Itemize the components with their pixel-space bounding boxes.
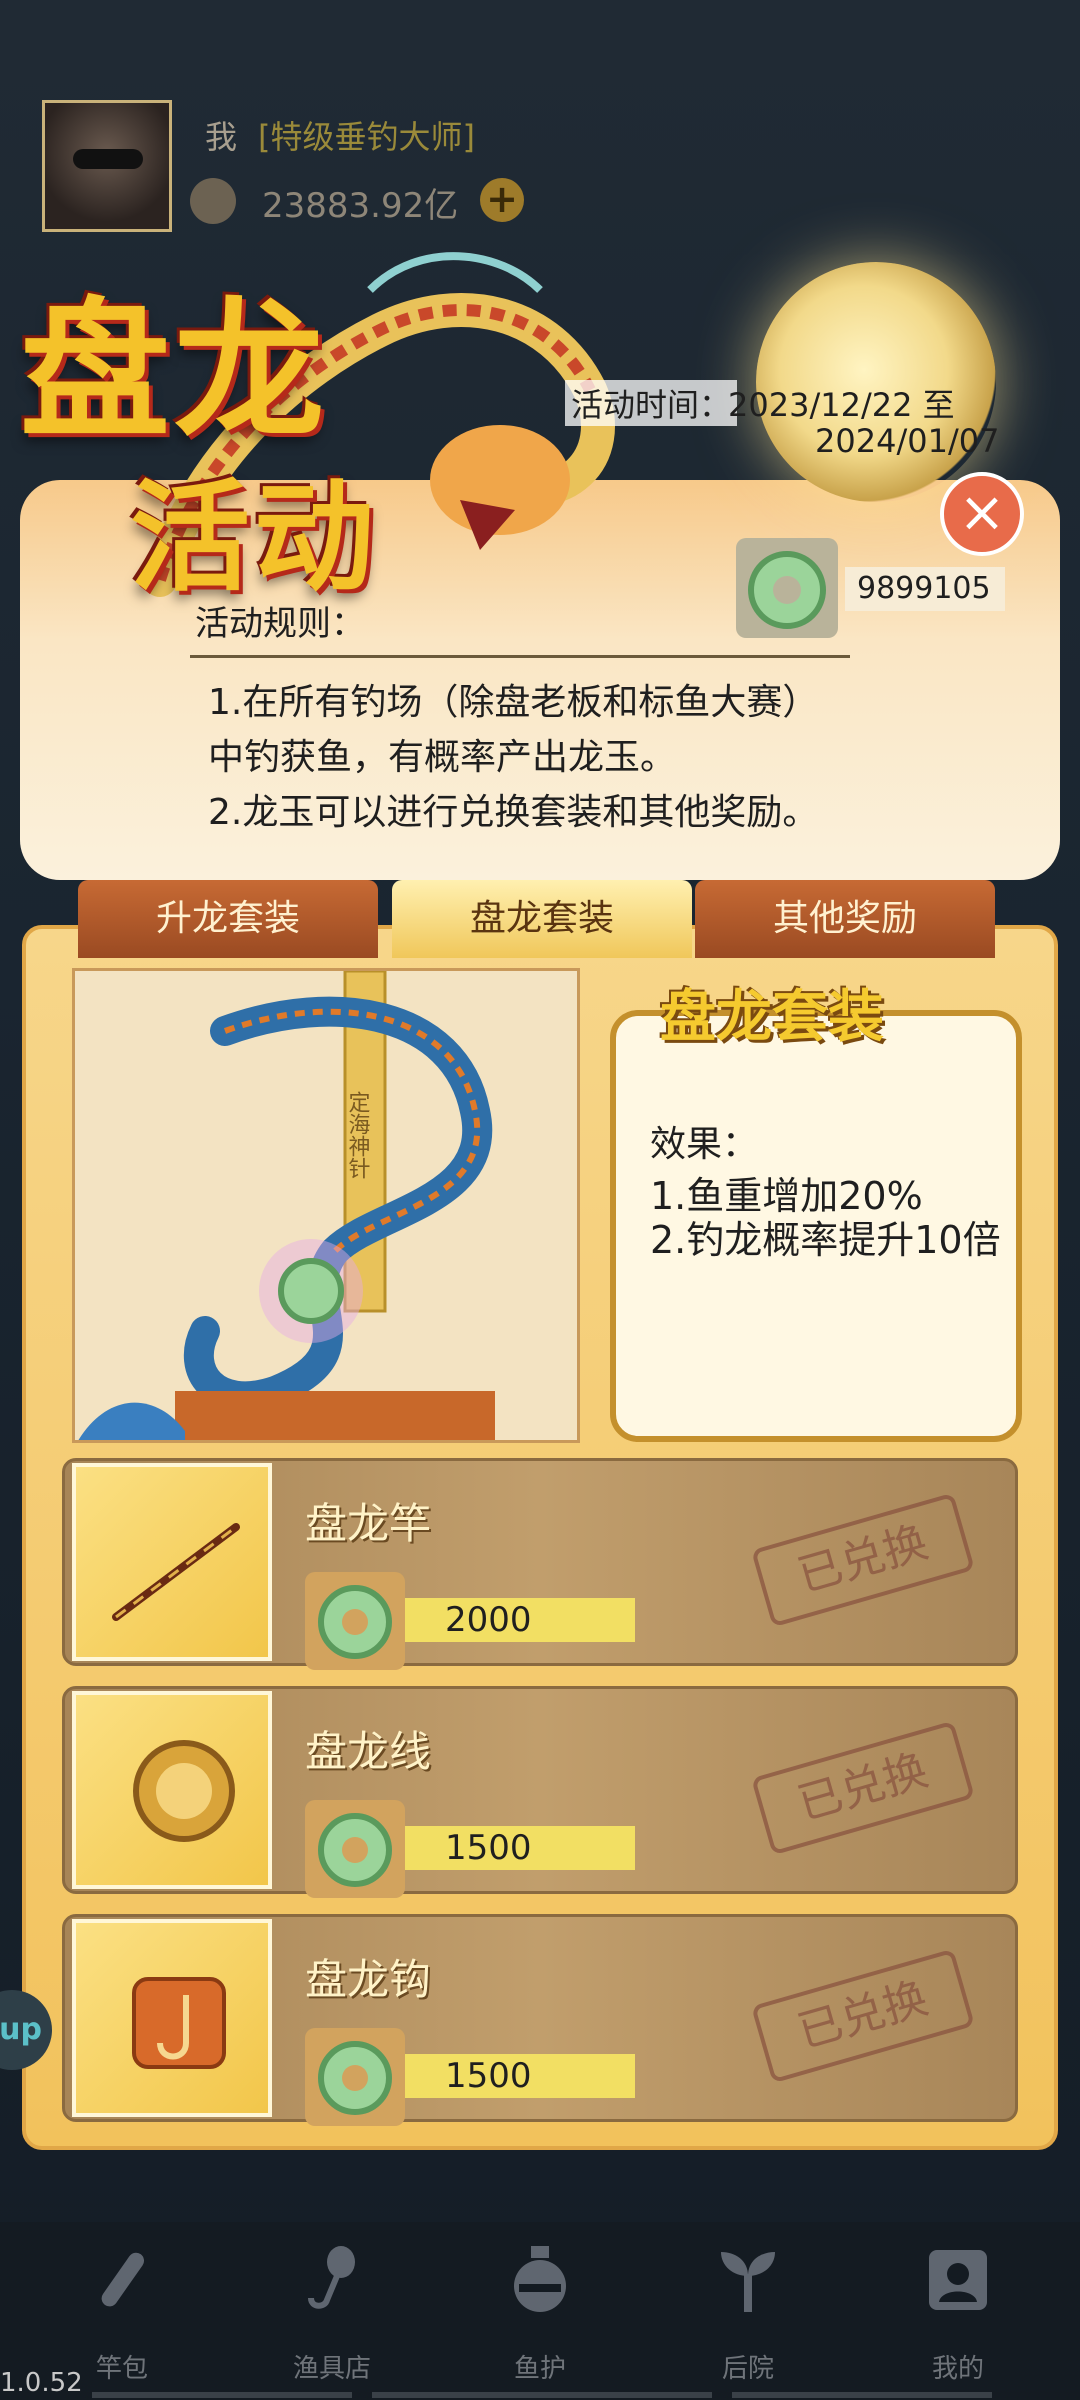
rod-bag-icon: [101, 2252, 145, 2307]
profile-icon: [929, 2250, 987, 2310]
nav-label-backyard: 后院: [721, 2354, 774, 2384]
nav-divider: [92, 2392, 352, 2398]
player-name: 我: [205, 118, 238, 156]
item-price: 1500: [385, 2054, 635, 2098]
event-time-end: 2024/01/07: [815, 422, 1000, 460]
event-time-label: 活动时间：: [565, 380, 738, 426]
rule-line-2: 中钓获鱼，有概率产出龙玉。: [208, 737, 677, 778]
backyard-icon: [721, 2252, 775, 2312]
effect-line-1: 1.鱼重增加20%: [650, 1174, 923, 1218]
nav-label-profile: 我的: [931, 2354, 984, 2384]
close-button[interactable]: ×: [940, 472, 1024, 556]
tab-shenglong-set[interactable]: 升龙套装: [78, 880, 378, 958]
coin-balance: 23883.92亿: [262, 186, 459, 226]
rule-line-1: 1.在所有钓场（除盘老板和标鱼大赛）: [208, 682, 819, 723]
item-name: 盘龙线: [305, 1727, 432, 1776]
item-name: 盘龙竿: [305, 1499, 432, 1548]
dragon-jade-icon: [305, 1800, 405, 1898]
event-title-line1: 盘龙: [20, 283, 329, 459]
player-title: [特级垂钓大师]: [258, 118, 475, 156]
nav-label-fish-keeper: 鱼护: [513, 2354, 566, 2384]
item-price: 2000: [385, 1598, 635, 1642]
effect-line-2: 2.钓龙概率提升10倍: [650, 1218, 1001, 1262]
effect-title: 效果：: [650, 1124, 759, 1165]
add-coin-button[interactable]: +: [480, 178, 524, 222]
dragon-jade-count: 9899105: [845, 567, 1005, 611]
event-time-start: 2023/12/22 至: [728, 386, 955, 424]
nav-divider: [372, 2392, 712, 2398]
player-avatar[interactable]: [42, 100, 172, 232]
tab-other-rewards[interactable]: 其他奖励: [695, 880, 995, 958]
event-title-line2: 活动: [130, 467, 378, 608]
nav-rod-bag[interactable]: [52, 2244, 192, 2314]
set-title: 盘龙套装: [660, 984, 884, 1050]
rules-divider: [190, 655, 850, 658]
coin-icon: [190, 178, 236, 224]
fish-keeper-icon: [514, 2246, 566, 2312]
fishing-line-icon: [72, 1691, 272, 1889]
item-name: 盘龙钩: [305, 1955, 432, 2004]
fishing-rod-icon: [72, 1463, 272, 1661]
tackle-shop-icon: [308, 2246, 355, 2309]
rules-title: 活动规则：: [195, 604, 365, 644]
close-icon: ×: [958, 480, 1006, 545]
rule-line-3: 2.龙玉可以进行兑换套装和其他奖励。: [208, 792, 819, 833]
nav-backyard[interactable]: [678, 2244, 818, 2314]
nav-divider: [732, 2392, 992, 2398]
pillar-caption: 定海神针: [345, 1091, 371, 1179]
nav-label-tackle-shop: 渔具店: [292, 2354, 371, 2384]
nav-profile[interactable]: [888, 2244, 1028, 2314]
dragon-jade-icon: [305, 1572, 405, 1670]
set-showcase-image: 定海神针: [72, 968, 580, 1443]
fishing-hook-icon: [72, 1919, 272, 2117]
item-price: 1500: [385, 1826, 635, 1870]
dragon-jade-icon: [736, 538, 838, 638]
tab-panlong-set[interactable]: 盘龙套装: [392, 880, 692, 958]
version-label: 1.0.52: [0, 2368, 83, 2398]
nav-tackle-shop[interactable]: [262, 2244, 402, 2314]
dragon-jade-icon: [305, 2028, 405, 2126]
nav-fish-keeper[interactable]: [470, 2244, 610, 2314]
